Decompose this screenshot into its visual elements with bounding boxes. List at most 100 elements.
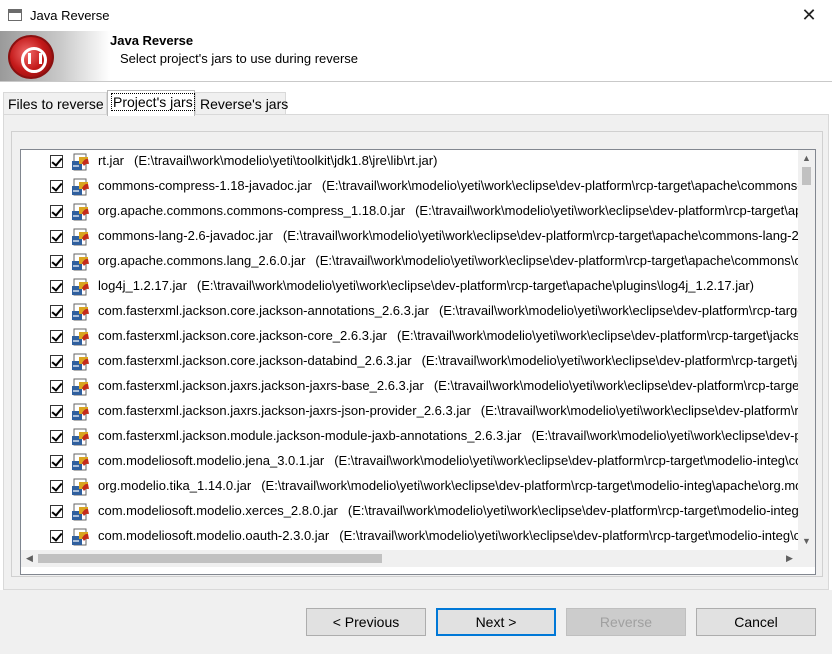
jar-list-item[interactable]: org.apache.commons.commons-compress_1.18…: [21, 200, 798, 225]
jar-list-item[interactable]: com.fasterxml.jackson.jaxrs.jackson-jaxr…: [21, 375, 798, 400]
jar-path: (E:\travail\work\modelio\yeti\work\eclip…: [315, 253, 798, 268]
jar-list-item[interactable]: log4j_1.2.17.jar (E:\travail\work\modelio…: [21, 275, 798, 300]
reverse-button: Reverse: [566, 608, 686, 636]
button-bar: < Previous Next > Reverse Cancel: [0, 590, 832, 654]
jar-label: org.apache.commons.lang_2.6.0.jar (E:\tra…: [98, 253, 798, 268]
scroll-left-icon[interactable]: ◀: [21, 550, 38, 567]
jar-path: (E:\travail\work\modelio\yeti\work\eclip…: [421, 353, 798, 368]
jar-name: commons-lang-2.6-javadoc.jar: [98, 228, 273, 243]
jar-list-item[interactable]: rt.jar (E:\travail\work\modelio\yeti\tool…: [21, 150, 798, 175]
jar-checkbox[interactable]: [50, 330, 63, 343]
jar-file-icon: [71, 227, 91, 247]
jar-path: (E:\travail\work\modelio\yeti\work\eclip…: [196, 278, 754, 293]
jar-file-icon: [71, 252, 91, 272]
jar-name: org.apache.commons.lang_2.6.0.jar: [98, 253, 306, 268]
jar-list-item[interactable]: com.modeliosoft.modelio.jena_3.0.1.jar (E…: [21, 450, 798, 475]
modelio-logo: [0, 31, 110, 81]
jar-checkbox[interactable]: [50, 355, 63, 368]
jar-checkbox[interactable]: [50, 180, 63, 193]
cancel-button[interactable]: Cancel: [696, 608, 816, 636]
jar-list-item[interactable]: com.fasterxml.jackson.core.jackson-datab…: [21, 350, 798, 375]
tab-label: Files to reverse: [8, 96, 104, 112]
jar-name: org.apache.commons.commons-compress_1.18…: [98, 203, 406, 218]
horizontal-scrollbar[interactable]: ◀ ▶: [21, 550, 798, 567]
jar-path: (E:\travail\work\modelio\yeti\work\eclip…: [321, 178, 798, 193]
jar-path: (E:\travail\work\modelio\yeti\work\eclip…: [415, 203, 798, 218]
jar-list-item[interactable]: com.fasterxml.jackson.jaxrs.jackson-jaxr…: [21, 400, 798, 425]
vertical-scroll-thumb[interactable]: [802, 167, 811, 185]
jar-list[interactable]: rt.jar (E:\travail\work\modelio\yeti\tool…: [20, 149, 816, 575]
jar-file-icon: [71, 402, 91, 422]
previous-button[interactable]: < Previous: [306, 608, 426, 636]
jar-checkbox[interactable]: [50, 280, 63, 293]
jar-name: org.modelio.tika_1.14.0.jar: [98, 478, 252, 493]
tab-label: Project's jars: [111, 93, 195, 111]
jar-label: com.fasterxml.jackson.core.jackson-annot…: [98, 303, 798, 318]
jar-list-item[interactable]: org.modelio.tika_1.14.0.jar (E:\travail\w…: [21, 475, 798, 500]
next-button[interactable]: Next >: [436, 608, 556, 636]
tab-files-to-reverse[interactable]: Files to reverse: [3, 92, 107, 115]
jar-checkbox[interactable]: [50, 480, 63, 493]
jar-name: commons-compress-1.18-javadoc.jar: [98, 178, 312, 193]
jar-path: (E:\travail\work\modelio\yeti\work\eclip…: [347, 503, 798, 518]
jars-group: rt.jar (E:\travail\work\modelio\yeti\tool…: [11, 131, 823, 577]
jar-checkbox[interactable]: [50, 205, 63, 218]
jar-file-icon: [71, 177, 91, 197]
vertical-scrollbar[interactable]: ▲ ▼: [798, 150, 815, 550]
jar-list-item[interactable]: com.fasterxml.jackson.core.jackson-annot…: [21, 300, 798, 325]
scroll-down-icon[interactable]: ▼: [798, 533, 815, 550]
jar-file-icon: [71, 452, 91, 472]
jar-checkbox[interactable]: [50, 430, 63, 443]
wizard-title: Java Reverse: [110, 33, 194, 48]
jar-list-item[interactable]: org.apache.commons.lang_2.6.0.jar (E:\tra…: [21, 250, 798, 275]
jar-name: com.fasterxml.jackson.core.jackson-datab…: [98, 353, 412, 368]
title-bar: Java Reverse ✕: [0, 0, 832, 31]
jar-checkbox[interactable]: [50, 155, 63, 168]
jar-list-item[interactable]: com.modeliosoft.modelio.oauth-2.3.0.jar (…: [21, 525, 798, 550]
jar-checkbox[interactable]: [50, 230, 63, 243]
jar-file-icon: [71, 202, 91, 222]
jar-file-icon: [71, 152, 91, 172]
jar-checkbox[interactable]: [50, 405, 63, 418]
jar-file-icon: [71, 327, 91, 347]
jar-checkbox[interactable]: [50, 305, 63, 318]
jar-list-item[interactable]: com.modeliosoft.modelio.xerces_2.8.0.jar…: [21, 500, 798, 525]
jar-list-item[interactable]: com.fasterxml.jackson.module.jackson-mod…: [21, 425, 798, 450]
scroll-right-icon[interactable]: ▶: [781, 550, 798, 567]
window-title: Java Reverse: [30, 8, 110, 23]
tab-projects-jars[interactable]: Project's jars: [107, 90, 195, 116]
scrollbar-corner: [798, 550, 815, 567]
scroll-up-icon[interactable]: ▲: [798, 150, 815, 167]
jar-file-icon: [71, 377, 91, 397]
wizard-banner: Java Reverse Select project's jars to us…: [0, 31, 832, 81]
jar-path: (E:\travail\work\modelio\yeti\work\eclip…: [339, 528, 798, 543]
jar-name: com.modeliosoft.modelio.oauth-2.3.0.jar: [98, 528, 330, 543]
horizontal-scroll-thumb[interactable]: [38, 554, 382, 563]
jar-label: commons-lang-2.6-javadoc.jar (E:\travail\…: [98, 228, 798, 243]
wizard-description: Select project's jars to use during reve…: [120, 51, 359, 66]
jar-list-item[interactable]: commons-lang-2.6-javadoc.jar (E:\travail\…: [21, 225, 798, 250]
jar-label: com.fasterxml.jackson.module.jackson-mod…: [98, 428, 798, 443]
jar-name: com.fasterxml.jackson.jaxrs.jackson-jaxr…: [98, 403, 471, 418]
jar-list-item[interactable]: com.fasterxml.jackson.core.jackson-core_…: [21, 325, 798, 350]
close-icon[interactable]: ✕: [786, 0, 832, 31]
jar-list-item[interactable]: commons-compress-1.18-javadoc.jar (E:\tra…: [21, 175, 798, 200]
jar-label: com.fasterxml.jackson.jaxrs.jackson-jaxr…: [98, 378, 798, 393]
jar-file-icon: [71, 502, 91, 522]
jar-path: (E:\travail\work\modelio\yeti\work\eclip…: [261, 478, 798, 493]
jar-label: commons-compress-1.18-javadoc.jar (E:\tra…: [98, 178, 798, 193]
jar-name: com.fasterxml.jackson.core.jackson-annot…: [98, 303, 429, 318]
jar-file-icon: [71, 302, 91, 322]
tab-reverses-jars[interactable]: Reverse's jars: [195, 92, 288, 115]
jar-checkbox[interactable]: [50, 255, 63, 268]
jar-checkbox[interactable]: [50, 380, 63, 393]
jar-label: com.fasterxml.jackson.core.jackson-core_…: [98, 328, 798, 343]
jar-name: rt.jar: [98, 153, 124, 168]
jar-name: log4j_1.2.17.jar: [98, 278, 187, 293]
jar-path: (E:\travail\work\modelio\yeti\work\eclip…: [397, 328, 798, 343]
jar-checkbox[interactable]: [50, 455, 63, 468]
jar-label: org.modelio.tika_1.14.0.jar (E:\travail\w…: [98, 478, 798, 493]
jar-checkbox[interactable]: [50, 530, 63, 543]
jar-file-icon: [71, 477, 91, 497]
jar-checkbox[interactable]: [50, 505, 63, 518]
